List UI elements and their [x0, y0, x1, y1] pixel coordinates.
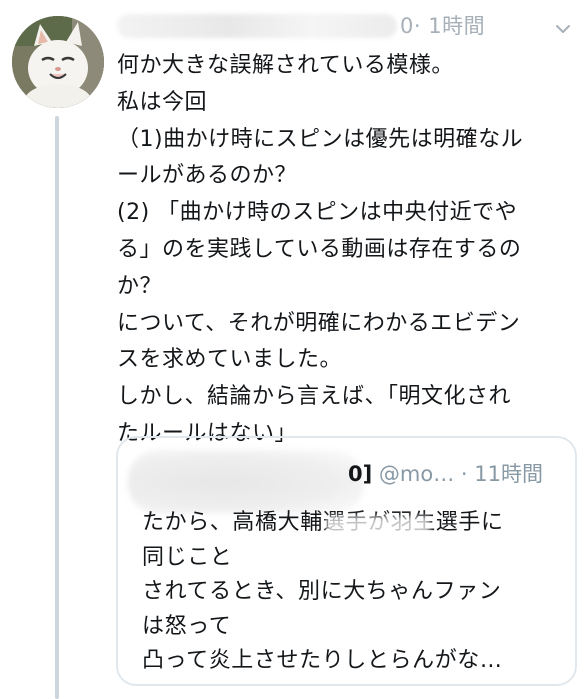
tweet-line: 私は今回	[117, 89, 208, 115]
quoted-author-handle: @mo…	[378, 462, 455, 486]
avatar[interactable]	[12, 16, 104, 108]
redacted-quoted-author	[128, 450, 364, 514]
quoted-author-name-tail: 0]	[348, 462, 373, 486]
tweet-line: ールがあるのか？	[117, 163, 298, 189]
tweet-line: 何か大きな誤解されている模様。	[117, 53, 454, 78]
tweet-meta: 0· 1時間	[400, 13, 485, 39]
redacted-author-name	[117, 14, 397, 38]
quoted-line: 凸って炎上させたりしとらんがな…	[142, 648, 503, 673]
tweet-line: る」のを実践している動画は存在するの	[117, 236, 522, 262]
cat-avatar-icon	[12, 16, 104, 108]
quoted-tweet-card[interactable]: 0] @mo… · 11時間 たから、高橋大輔選手が羽生選手に 同じこと されて…	[116, 436, 577, 686]
redacted-text-overlay	[326, 516, 430, 546]
tweet-timestamp[interactable]: · 1時間	[414, 14, 485, 38]
chevron-down-icon[interactable]	[555, 21, 571, 37]
quoted-line: は怒って	[142, 613, 232, 639]
thread-line	[55, 116, 59, 699]
tweet-line: （1)曲かけ時にスピンは優先は明確なル	[117, 126, 524, 152]
tweet-text: 何か大きな誤解されている模様。 私は今回 （1)曲かけ時にスピンは優先は明確なル…	[117, 48, 579, 453]
tweet-line: (2) 「曲かけ時のスピンは中央付近でや	[117, 200, 518, 226]
author-handle-tail: 0	[400, 14, 414, 38]
tweet-line: しかし、結論から言えば、「明文化され	[117, 384, 512, 410]
tweet-header: 0· 1時間	[117, 12, 577, 42]
tweet-line: について、それが明確にわかるエビデン	[117, 310, 521, 336]
tweet-line: スを求めていました。	[117, 347, 343, 373]
quoted-tweet-timestamp: · 11時間	[460, 462, 543, 486]
quoted-line: されてるとき、別に大ちゃんファン	[142, 579, 502, 604]
tweet-line: か？	[117, 273, 163, 299]
quoted-tweet-header: 0] @mo… · 11時間	[348, 460, 543, 488]
